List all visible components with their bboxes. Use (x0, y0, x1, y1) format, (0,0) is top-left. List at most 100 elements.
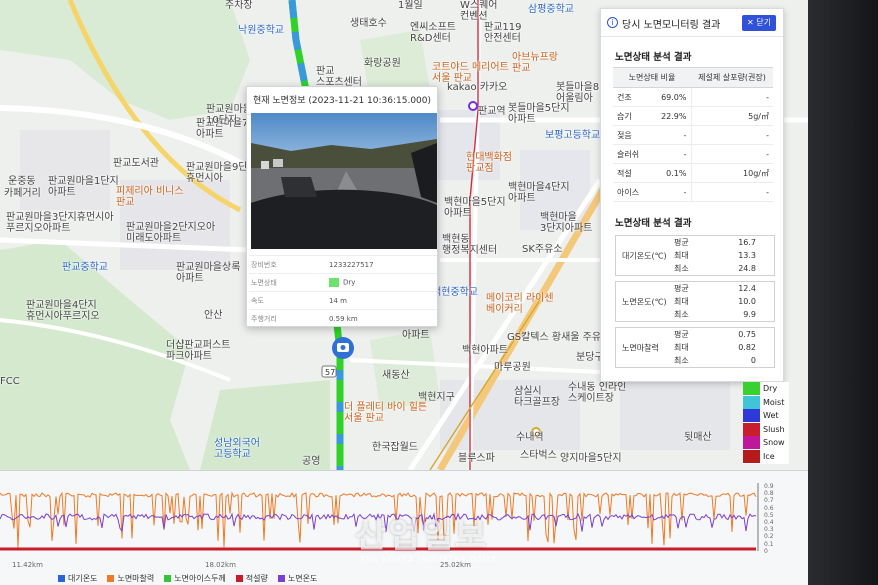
ratio-value: - (651, 144, 692, 164)
map-label: 수내역 (516, 432, 544, 443)
y-tick-label: 0.7 (764, 497, 774, 505)
road-ratio-table: 노면상태 비율 제설제 살포량(권장) 건조 69.0% - 습기 22.9% 5g/㎡ 젖… (613, 67, 773, 202)
series-legend-item[interactable]: 노면마찰력 (107, 574, 154, 583)
panel-header: i 당시 노면모니터링 결과 ✕ 닫기 (601, 9, 783, 37)
ratio-value: 22.9% (651, 106, 692, 126)
map-label: 판교도서관 (113, 158, 159, 169)
legend-item: Dry (743, 382, 789, 396)
monitor-screen: 57 낙원중학교 생태호수 엔씨소프트 R&D센터 판교119 안전센터 삼평중학교 판교… (0, 0, 808, 585)
ratio-row: 건조 69.0% - (613, 87, 773, 107)
series-label: 노면온도 (287, 574, 318, 583)
ratio-row: 적설 0.1% 10g/㎡ (613, 163, 773, 183)
legend-label: Ice (763, 451, 775, 461)
map-label: 안산 (204, 310, 223, 321)
map-label: 판교역 (478, 106, 506, 117)
map-label: 화랑공원 (364, 58, 401, 69)
legend-swatch (743, 382, 760, 395)
stat-key: 최소 (674, 356, 689, 365)
map-label: 뒷매산 (684, 432, 712, 443)
road-info-table: 장비번호 1233227517 노면상태 Dry 속도 14 m 주행거리 0.… (249, 255, 437, 328)
legend-swatch (743, 395, 760, 409)
ratio-name: 적설 (613, 163, 651, 183)
stat-key: 평균 (674, 238, 689, 247)
ratio-row: 습기 22.9% 5g/㎡ (613, 106, 773, 126)
road-photo-drawing (251, 113, 437, 249)
info-value: 1233227517 (327, 255, 437, 274)
ratio-value: 0.1% (651, 163, 692, 183)
stat-key: 최대 (674, 297, 689, 306)
series-legend-item[interactable]: 대기온도 (58, 574, 97, 583)
salt-value: - (691, 125, 773, 145)
section-title-ratio: 노면상태 분석 결과 (615, 52, 692, 63)
info-key: 노면상태 (249, 273, 327, 292)
legend-item: Snow (743, 436, 789, 450)
legend-item: Moist (743, 395, 789, 410)
y-tick-label: 0.3 (764, 526, 774, 534)
ratio-name: 슬러쉬 (613, 144, 651, 164)
map-label: 1월일 (398, 0, 423, 11)
stat-row: 최소 9.9 (616, 308, 774, 321)
legend-item: Ice (743, 449, 789, 464)
y-tick-label: 0.2 (764, 533, 774, 541)
monitor-bezel (808, 0, 878, 585)
stat-value: 0.82 (738, 343, 756, 352)
header-salt: 제설제 살포량(권장) (691, 67, 773, 88)
map-label: kakao 카카오 (447, 82, 508, 93)
stat-row: 최대 0.82 (616, 341, 774, 354)
stat-value: 12.4 (738, 284, 756, 293)
map-label: 백현마을5단지 아파트 (444, 197, 506, 219)
stat-value: 10.0 (738, 297, 756, 306)
series-label: 노면아이스두께 (174, 574, 226, 583)
info-key: 주행거리 (249, 309, 327, 328)
map-label: 스타벅스 (520, 450, 557, 461)
map-label: 현대백화점 판교점 (466, 152, 512, 174)
ratio-row: 슬러쉬 - - (613, 144, 773, 164)
map-label: 백현중학교 (432, 287, 478, 298)
info-value: 0.59 km (327, 309, 437, 328)
map-label: 운중동 (8, 176, 36, 187)
graph-series-legend: 대기온도 노면마찰력 노면아이스두께 적설량 노면온도 (58, 573, 327, 584)
map-label: GS칼텍스 황새울 주유소 (507, 332, 611, 343)
salt-value: 10g/㎡ (691, 163, 773, 183)
y-tick-label: 0.9 (764, 483, 774, 490)
stat-key: 평균 (674, 330, 689, 339)
panel-title: 당시 노면모니터링 결과 (622, 20, 721, 31)
map-label: SK주유소 (522, 244, 563, 255)
map-label: 아브뉴프랑 판교 (512, 52, 558, 74)
stat-value: 0.75 (738, 330, 756, 339)
map-label: 판교 스포츠센터 (316, 66, 362, 88)
series-legend-item[interactable]: 노면아이스두께 (164, 574, 226, 583)
close-button[interactable]: ✕ 닫기 (742, 15, 776, 31)
legend-label: Slush (763, 424, 785, 434)
map-label: 백현아파트 (462, 345, 508, 356)
map-label: 봇들마을5단지 아파트 (508, 103, 570, 125)
map-label: 판교119 안전센터 (484, 22, 522, 44)
y-tick-label: 0.1 (764, 540, 774, 548)
info-value: Dry (343, 278, 356, 287)
series-swatch (58, 575, 65, 582)
map-label: 엔씨소프트 R&D센터 (410, 22, 456, 44)
y-tick-label: 0.8 (764, 490, 774, 498)
x-tick-label: 18.02km (205, 561, 236, 569)
map-label: 판교원마을1단지 아파트 (48, 176, 119, 198)
info-row-speed: 속도 14 m (249, 291, 437, 310)
dry-status-swatch (329, 278, 339, 287)
series-legend-item[interactable]: 적설량 (235, 574, 268, 583)
series-swatch (235, 575, 243, 582)
series-swatch (164, 575, 172, 582)
road-info-popup[interactable]: 현재 노면정보 (2023-11-21 10:36:15.000) 장비번호 1… (246, 86, 438, 328)
series-legend-item[interactable]: 노면온도 (277, 574, 318, 583)
stat-value: 16.7 (738, 238, 756, 247)
ratio-value: - (651, 125, 692, 145)
ratio-name: 아이스 (613, 182, 651, 202)
series-label: 대기온도 (68, 574, 98, 583)
salt-value: 5g/㎡ (691, 106, 773, 126)
map-label: 피제리아 비니스 판교 (116, 186, 184, 208)
legend-item: Wet (743, 409, 789, 423)
map-label: 백현동 행정복지센터 (442, 234, 498, 256)
y-tick-label: 0.5 (764, 511, 774, 519)
stat-row: 평균 16.7 (616, 236, 774, 249)
series-swatch (277, 575, 285, 582)
stat-box: 노면온도(℃) 평균 12.4 최대 10.0 최소 9.9 (615, 281, 775, 322)
svg-text:57: 57 (325, 368, 335, 377)
